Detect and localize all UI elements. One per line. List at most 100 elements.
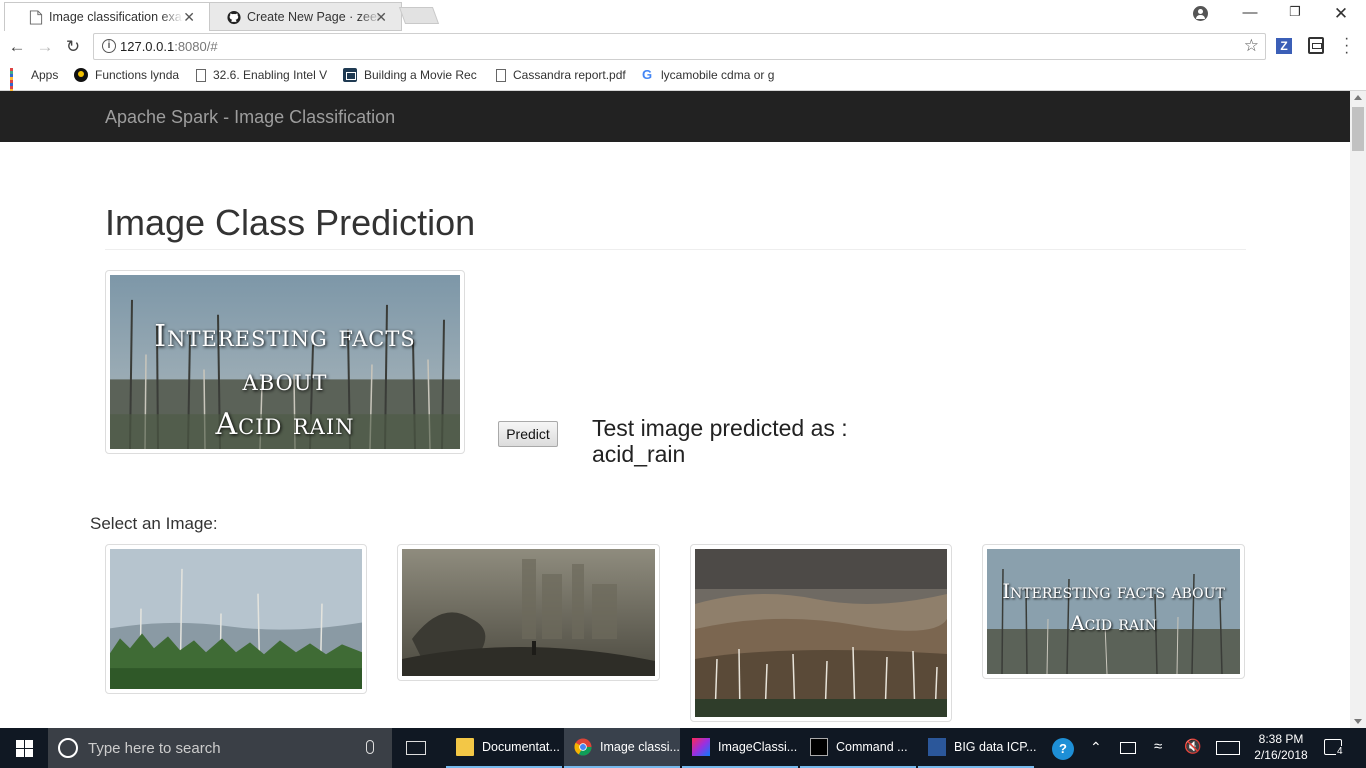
back-arrow-icon[interactable]: ←	[6, 37, 28, 57]
print-extension-icon[interactable]	[1308, 37, 1324, 54]
prediction-label: Test image predicted as :	[592, 415, 848, 441]
notification-count: 4	[1336, 746, 1344, 768]
tab-title: Image classification exam	[49, 10, 183, 24]
apps-grid-icon	[10, 68, 24, 95]
bookmark-movie[interactable]: Building a Movie Rec	[343, 68, 477, 82]
page-title: Image Class Prediction	[105, 202, 476, 243]
browser-toolbar: ← → ↻ i 127.0.0.1:8080/# ☆ Z · · ·	[0, 31, 1366, 63]
mountain-dead-trees-image	[695, 549, 947, 717]
chevron-up-icon[interactable]: ⌃	[1090, 739, 1102, 768]
word-icon	[928, 738, 946, 756]
task-view-icon[interactable]	[406, 741, 426, 755]
battery-icon[interactable]	[1120, 742, 1136, 754]
taskbar-item-word[interactable]: BIG data ICP...	[918, 728, 1037, 768]
thumbnail-image-3[interactable]	[690, 544, 952, 722]
microphone-icon[interactable]	[366, 740, 374, 754]
web-page: Apache Spark - Image Classification Imag…	[0, 91, 1350, 728]
window-close-icon[interactable]: ✕	[1318, 4, 1364, 24]
taskbar-item-label: Documentat...	[482, 740, 560, 754]
info-icon[interactable]: i	[102, 39, 116, 53]
new-tab-button[interactable]	[398, 7, 440, 24]
menu-dots-icon[interactable]: · · ·	[1344, 31, 1349, 61]
scrollbar-thumb[interactable]	[1352, 107, 1364, 151]
bookmark-label: Apps	[31, 68, 59, 82]
taskbar-clock[interactable]: 8:38 PM 2/16/2018	[1250, 731, 1312, 763]
acid-rain-forest-image: Interesting facts about Acid rain	[110, 275, 460, 449]
bookmark-label: Building a Movie Rec	[364, 68, 477, 82]
taskbar-search[interactable]: Type here to search	[48, 728, 392, 768]
lynda-icon	[74, 68, 88, 82]
browser-tab-strip: Create New Page · zeena ✕ Image classifi…	[0, 0, 1366, 31]
bookmarks-bar: Apps Functions lynda 32.6. Enabling Inte…	[0, 63, 1366, 95]
extension-z-icon[interactable]: Z	[1276, 38, 1292, 54]
prediction-value: acid_rain	[592, 441, 686, 467]
tab-create-new-page[interactable]: Create New Page · zeena ✕	[202, 2, 402, 31]
page-scrollbar[interactable]	[1350, 91, 1366, 728]
select-image-label: Select an Image:	[90, 514, 218, 533]
tab-title: Create New Page · zeena	[247, 10, 381, 24]
cmd-icon	[810, 738, 828, 756]
bookmark-functions-lynda[interactable]: Functions lynda	[74, 68, 179, 82]
image-caption-line1: Interesting facts about	[1002, 579, 1225, 603]
help-icon[interactable]: ?	[1052, 738, 1074, 760]
minimize-icon[interactable]: —	[1227, 4, 1273, 21]
page-icon	[196, 68, 206, 82]
close-icon[interactable]: ✕	[375, 9, 387, 26]
bookmark-apps[interactable]: Apps	[10, 68, 59, 95]
restore-icon[interactable]: ❐	[1272, 4, 1318, 20]
bookmark-cassandra[interactable]: Cassandra report.pdf	[496, 68, 626, 82]
folder-icon	[456, 738, 474, 756]
taskbar-item-chrome[interactable]: Image classi...	[564, 728, 680, 768]
image-caption-line1: Interesting facts about	[154, 319, 416, 398]
profile-icon[interactable]	[1193, 6, 1208, 21]
bookmark-label: lycamobile cdma or g	[661, 68, 775, 82]
clock-date: 2/16/2018	[1254, 748, 1308, 762]
reload-icon[interactable]: ↻	[62, 37, 84, 57]
taskbar-item-label: ImageClassi...	[718, 740, 798, 754]
windows-taskbar: Type here to search Documentat... Image …	[0, 728, 1366, 768]
thumbnail-image-1[interactable]	[105, 544, 367, 694]
taskbar-item-label: Command ...	[836, 740, 908, 754]
predict-button[interactable]: Predict	[498, 421, 558, 447]
wifi-icon[interactable]: ≈	[1154, 738, 1162, 768]
taskbar-item-label: Image classi...	[600, 740, 680, 754]
scroll-up-arrow-icon[interactable]	[1354, 95, 1362, 100]
image-caption-line2: Acid rain	[1070, 611, 1157, 635]
image-caption-line2: Acid rain	[215, 407, 355, 442]
heading-divider	[105, 249, 1246, 250]
selected-image: Interesting facts about Acid rain	[105, 270, 465, 454]
taskbar-item-intellij[interactable]: ImageClassi...	[682, 728, 798, 768]
navbar-brand[interactable]: Apache Spark - Image Classification	[105, 107, 395, 128]
search-placeholder: Type here to search	[88, 740, 221, 757]
movie-icon	[343, 68, 357, 82]
bookmark-star-icon[interactable]: ☆	[1244, 36, 1259, 56]
close-icon[interactable]: ✕	[183, 9, 195, 26]
thumbnail-image-2[interactable]	[397, 544, 660, 681]
prediction-result: Test image predicted as : acid_rain	[592, 415, 912, 467]
address-bar[interactable]: i 127.0.0.1:8080/# ☆	[93, 33, 1266, 60]
pine-forest-image	[110, 549, 362, 689]
page-icon	[29, 10, 43, 25]
scroll-down-arrow-icon[interactable]	[1354, 719, 1362, 724]
volume-muted-icon[interactable]: 🔇	[1184, 738, 1201, 768]
github-icon	[227, 10, 241, 25]
taskbar-item-command[interactable]: Command ...	[800, 728, 916, 768]
page-icon	[496, 68, 506, 82]
cortana-icon	[58, 738, 78, 758]
bookmark-label: 32.6. Enabling Intel V	[213, 68, 328, 82]
windows-start-icon[interactable]	[0, 728, 48, 768]
taskbar-item-label: BIG data ICP...	[954, 740, 1037, 754]
acid-rain-title-image: Interesting facts about Acid rain	[987, 549, 1240, 674]
tab-image-classification[interactable]: Image classification exam ✕	[4, 2, 210, 31]
google-icon: G	[641, 67, 653, 82]
taskbar-item-documentation[interactable]: Documentat...	[446, 728, 562, 768]
app-navbar: Apache Spark - Image Classification	[0, 91, 1350, 142]
bookmark-intel[interactable]: 32.6. Enabling Intel V	[196, 68, 327, 82]
url-text[interactable]: 127.0.0.1:8080/#	[120, 39, 218, 54]
intellij-icon	[692, 738, 710, 756]
thumbnail-image-4[interactable]: Interesting facts about Acid rain	[982, 544, 1245, 679]
clock-time: 8:38 PM	[1258, 732, 1304, 746]
bookmark-lycamobile[interactable]: G lycamobile cdma or g	[640, 67, 775, 83]
keyboard-icon[interactable]	[1216, 741, 1240, 755]
forward-arrow-icon[interactable]: →	[34, 37, 56, 57]
